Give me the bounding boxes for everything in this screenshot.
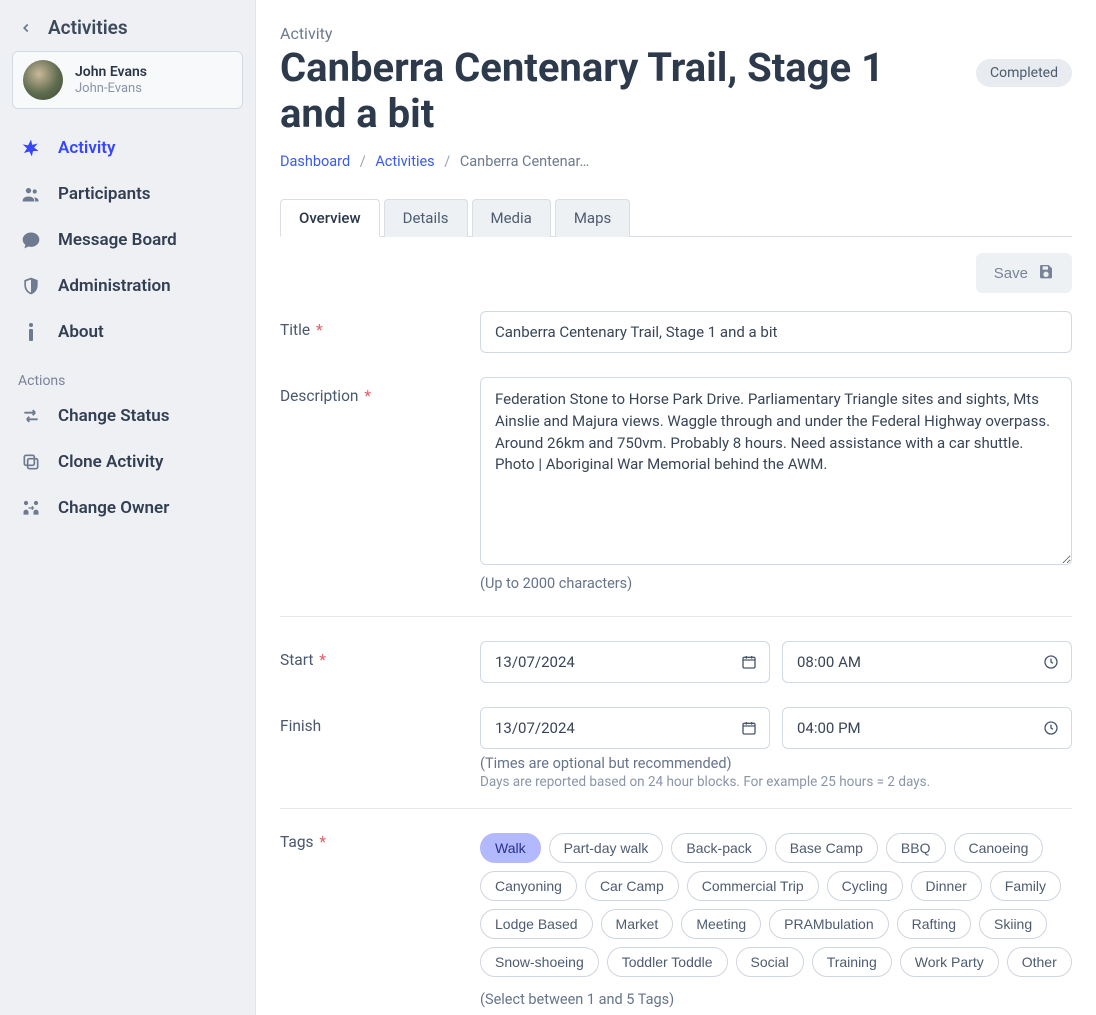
tab-media[interactable]: Media [472, 199, 551, 237]
description-hint: (Up to 2000 characters) [480, 575, 1072, 592]
save-button[interactable]: Save [976, 253, 1072, 293]
time-hint-2: Days are reported based on 24 hour block… [480, 774, 1072, 790]
description-label: Description * [280, 377, 480, 405]
tag-market[interactable]: Market [601, 909, 674, 939]
tag-base-camp[interactable]: Base Camp [775, 833, 878, 863]
action-label: Clone Activity [58, 452, 163, 472]
sidebar-item-activity[interactable]: Activity [12, 125, 243, 171]
people-arrows-icon [20, 498, 42, 518]
tag-commercial-trip[interactable]: Commercial Trip [687, 871, 819, 901]
action-label: Change Status [58, 406, 169, 426]
tag-bbq[interactable]: BBQ [886, 833, 946, 863]
info-icon [20, 322, 42, 342]
section-kicker: Activity [280, 24, 1072, 43]
save-icon [1038, 263, 1054, 283]
tag-meeting[interactable]: Meeting [681, 909, 761, 939]
nav-primary: Activity Participants Message Board Admi… [12, 125, 243, 355]
arrows-exchange-icon [20, 406, 42, 426]
tag-walk[interactable]: Walk [480, 833, 541, 863]
start-time-input[interactable] [782, 641, 1072, 683]
tab-maps[interactable]: Maps [555, 199, 630, 237]
title-label: Title * [280, 311, 480, 339]
tag-prambulation[interactable]: PRAMbulation [769, 909, 889, 939]
tag-part-day-walk[interactable]: Part-day walk [549, 833, 664, 863]
sidebar-item-administration[interactable]: Administration [12, 263, 243, 309]
tag-car-camp[interactable]: Car Camp [585, 871, 679, 901]
sidebar-item-participants[interactable]: Participants [12, 171, 243, 217]
users-icon [20, 184, 42, 204]
sidebar-item-about[interactable]: About [12, 309, 243, 355]
breadcrumb-activities[interactable]: Activities [375, 153, 434, 170]
tag-social[interactable]: Social [736, 947, 804, 977]
tag-canyoning[interactable]: Canyoning [480, 871, 577, 901]
status-badge: Completed [976, 59, 1072, 87]
breadcrumb-sep: / [360, 153, 366, 170]
time-hint-1: (Times are optional but recommended) [480, 755, 1072, 772]
breadcrumb: Dashboard / Activities / Canberra Centen… [280, 153, 1072, 170]
finish-time-input[interactable] [782, 707, 1072, 749]
asterisk-icon [20, 138, 42, 158]
sidebar: Activities John Evans John-Evans Activit… [0, 0, 256, 1015]
divider [280, 808, 1072, 809]
divider [280, 616, 1072, 617]
tag-family[interactable]: Family [990, 871, 1061, 901]
nav-actions: Change Status Clone Activity Change Owne… [12, 393, 243, 531]
breadcrumb-sep: / [444, 153, 450, 170]
tag-other[interactable]: Other [1007, 947, 1072, 977]
user-handle: John-Evans [75, 81, 147, 97]
sidebar-item-label: Message Board [58, 230, 177, 250]
sidebar-item-label: Participants [58, 184, 151, 204]
tab-details[interactable]: Details [384, 199, 468, 237]
tag-dinner[interactable]: Dinner [911, 871, 982, 901]
comment-icon [20, 230, 42, 250]
user-meta: John Evans John-Evans [75, 64, 147, 96]
tag-lodge-based[interactable]: Lodge Based [480, 909, 593, 939]
action-change-owner[interactable]: Change Owner [12, 485, 243, 531]
finish-date-input[interactable] [480, 707, 770, 749]
form: Save Title * Description * (Up to 200 [280, 237, 1072, 1015]
sidebar-item-message-board[interactable]: Message Board [12, 217, 243, 263]
title-input[interactable] [480, 311, 1072, 353]
finish-label: Finish [280, 707, 480, 735]
tag-training[interactable]: Training [812, 947, 892, 977]
tabs: OverviewDetailsMediaMaps [280, 198, 1072, 237]
tag-canoeing[interactable]: Canoeing [954, 833, 1044, 863]
tag-back-pack[interactable]: Back-pack [671, 833, 766, 863]
tab-overview[interactable]: Overview [280, 199, 380, 237]
avatar [23, 60, 63, 100]
tag-skiing[interactable]: Skiing [979, 909, 1047, 939]
shield-icon [20, 276, 42, 296]
breadcrumb-current: Canberra Centenar… [460, 153, 589, 170]
chevron-left-icon[interactable] [16, 18, 36, 38]
sidebar-item-label: Administration [58, 276, 171, 296]
tag-snow-shoeing[interactable]: Snow-shoeing [480, 947, 599, 977]
start-date-input[interactable] [480, 641, 770, 683]
tag-work-party[interactable]: Work Party [900, 947, 999, 977]
start-label: Start * [280, 641, 480, 669]
save-button-label: Save [994, 265, 1028, 282]
description-textarea[interactable] [480, 377, 1072, 565]
breadcrumb-dashboard[interactable]: Dashboard [280, 153, 350, 170]
actions-heading: Actions [12, 355, 243, 393]
sidebar-item-label: Activity [58, 138, 115, 158]
tag-cycling[interactable]: Cycling [827, 871, 903, 901]
tags-hint: (Select between 1 and 5 Tags) [480, 991, 1072, 1008]
sidebar-item-label: About [58, 322, 104, 342]
sidebar-title: Activities [48, 16, 128, 39]
copy-icon [20, 452, 42, 472]
page-title: Canberra Centenary Trail, Stage 1 and a … [280, 45, 956, 137]
action-clone-activity[interactable]: Clone Activity [12, 439, 243, 485]
user-name: John Evans [75, 64, 147, 81]
tags-label: Tags * [280, 833, 480, 851]
action-change-status[interactable]: Change Status [12, 393, 243, 439]
action-label: Change Owner [58, 498, 169, 518]
user-card[interactable]: John Evans John-Evans [12, 51, 243, 109]
tag-cloud: Walk Part-day walkBack-pack Base Camp BBQ Ca… [480, 833, 1072, 977]
sidebar-header: Activities [12, 12, 243, 51]
tag-rafting[interactable]: Rafting [897, 909, 971, 939]
tag-toddler-toddle[interactable]: Toddler Toddle [607, 947, 728, 977]
main-content: Activity Canberra Centenary Trail, Stage… [256, 0, 1096, 1015]
